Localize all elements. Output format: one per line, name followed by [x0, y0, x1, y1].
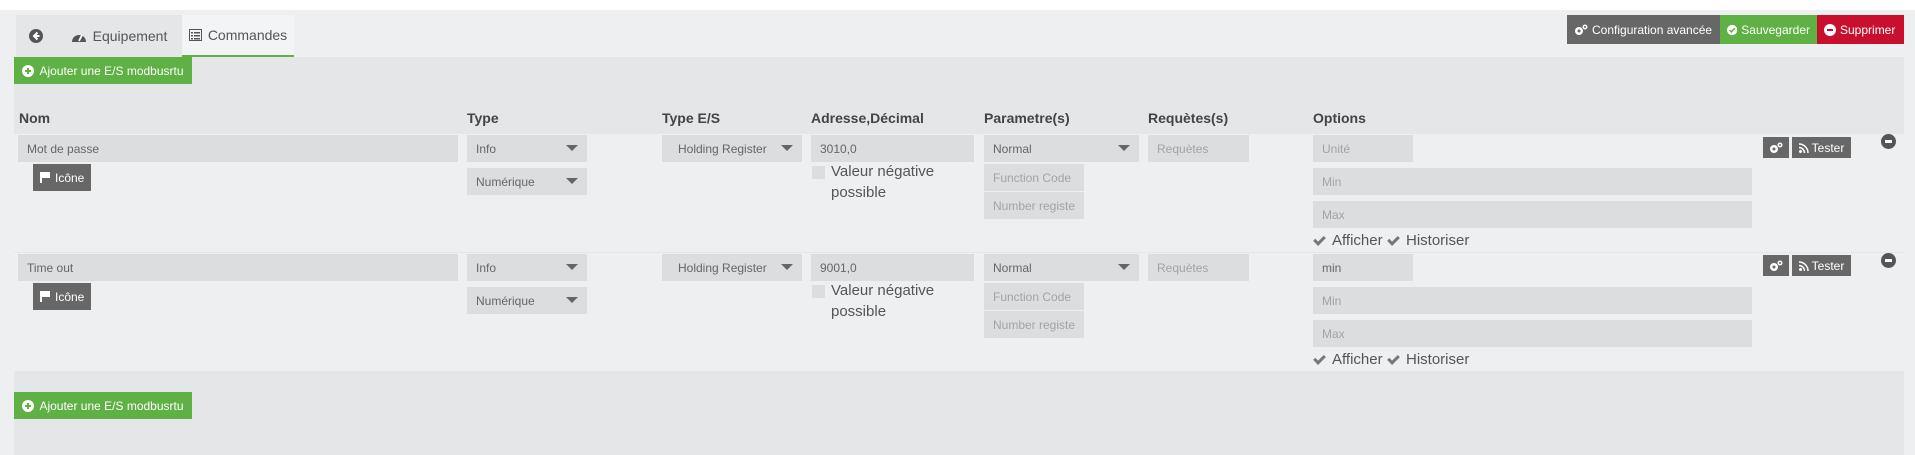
- advanced-config-label: Configuration avancée: [1592, 22, 1713, 37]
- minus-circle-icon: [1824, 23, 1836, 36]
- negative-value-label-2: possible: [831, 184, 887, 201]
- max-input[interactable]: Max: [1313, 320, 1752, 347]
- requetes-input[interactable]: Requètes: [1148, 135, 1249, 162]
- cogs-icon: [1770, 260, 1783, 271]
- subtype-select[interactable]: Numérique: [467, 287, 587, 314]
- choose-icon-button[interactable]: Icône: [33, 283, 92, 310]
- parameter-select[interactable]: Normal: [984, 135, 1139, 162]
- header-options: Options: [1313, 110, 1366, 126]
- header-type: Type: [467, 110, 499, 126]
- command-name-input[interactable]: Mot de passe: [18, 135, 458, 162]
- negative-value-label-2: possible: [831, 303, 887, 320]
- negative-value-checkbox[interactable]: [812, 166, 825, 179]
- save-label: Sauvegarder: [1741, 22, 1810, 37]
- remove-command-icon[interactable]: [1881, 253, 1896, 268]
- advanced-config-button[interactable]: Configuration avancée: [1567, 15, 1720, 44]
- test-label: Tester: [1811, 140, 1845, 155]
- min-input[interactable]: Min: [1313, 168, 1752, 195]
- negative-value-checkbox[interactable]: [812, 285, 825, 298]
- choose-icon-button[interactable]: Icône: [33, 164, 92, 191]
- choose-icon-label: Icône: [55, 289, 85, 304]
- address-input[interactable]: 9001,0: [811, 254, 974, 281]
- plus-circle-icon: [22, 64, 35, 77]
- add-command-label: Ajouter une E/S modbusrtu: [39, 63, 184, 78]
- unit-input[interactable]: min: [1313, 254, 1413, 281]
- tab-back[interactable]: [16, 15, 56, 57]
- parameter-select[interactable]: Normal: [984, 254, 1139, 281]
- afficher-label: Afficher: [1332, 232, 1383, 249]
- type-es-select[interactable]: Holding Register: [662, 135, 802, 162]
- add-command-label: Ajouter une E/S modbusrtu: [39, 398, 184, 413]
- unit-input[interactable]: Unité: [1313, 135, 1413, 162]
- test-label: Tester: [1811, 258, 1845, 273]
- command-name-input[interactable]: Time out: [18, 254, 458, 281]
- configure-command-button[interactable]: [1763, 255, 1789, 276]
- tachometer-icon: [71, 34, 86, 42]
- negative-value-label-1: Valeur négative: [831, 163, 935, 180]
- negative-value-label-1: Valeur négative: [831, 282, 935, 299]
- delete-button[interactable]: Supprimer: [1817, 15, 1904, 44]
- function-code-input[interactable]: Function Code: [984, 283, 1084, 310]
- rss-icon: [1798, 260, 1809, 271]
- add-command-button-bottom[interactable]: Ajouter une E/S modbusrtu: [14, 392, 192, 419]
- cogs-icon: [1575, 24, 1588, 35]
- tab-commandes-label: Commandes: [207, 27, 288, 43]
- header-type-es: Type E/S: [662, 110, 721, 126]
- test-command-button[interactable]: Tester: [1792, 255, 1851, 276]
- afficher-label: Afficher: [1332, 351, 1383, 368]
- subtype-select[interactable]: Numérique: [467, 168, 587, 195]
- remove-command-icon[interactable]: [1881, 134, 1896, 149]
- type-es-select[interactable]: Holding Register: [662, 254, 802, 281]
- max-input[interactable]: Max: [1313, 201, 1752, 228]
- min-input[interactable]: Min: [1313, 287, 1752, 314]
- historiser-label: Historiser: [1406, 351, 1470, 368]
- requetes-input[interactable]: Requètes: [1148, 254, 1249, 281]
- choose-icon-label: Icône: [55, 170, 85, 185]
- save-button[interactable]: Sauvegarder: [1720, 15, 1817, 44]
- list-alt-icon: [188, 29, 202, 41]
- header-parametres: Parametre(s): [984, 110, 1070, 126]
- header-requetes: Requètes(s): [1148, 110, 1229, 126]
- flag-icon: [40, 172, 51, 183]
- plus-circle-icon: [22, 399, 35, 412]
- type-select[interactable]: Info: [467, 135, 587, 162]
- historiser-label: Historiser: [1406, 232, 1470, 249]
- number-registers-input[interactable]: Number registe: [984, 192, 1084, 219]
- delete-label: Supprimer: [1840, 22, 1896, 37]
- check-circle-icon: [1727, 24, 1738, 35]
- header-adresse: Adresse,Décimal: [811, 110, 924, 126]
- address-input[interactable]: 3010,0: [811, 135, 974, 162]
- header-nom: Nom: [19, 110, 51, 126]
- rss-icon: [1798, 142, 1809, 153]
- arrow-circle-left-icon: [29, 29, 43, 43]
- add-command-button-top[interactable]: Ajouter une E/S modbusrtu: [14, 57, 192, 84]
- tab-commandes[interactable]: Commandes: [182, 15, 294, 57]
- function-code-input[interactable]: Function Code: [984, 164, 1084, 191]
- configure-command-button[interactable]: [1763, 137, 1789, 158]
- cogs-icon: [1770, 142, 1783, 153]
- test-command-button[interactable]: Tester: [1792, 137, 1851, 158]
- tab-equipement-label: Equipement: [92, 28, 168, 44]
- number-registers-input[interactable]: Number registe: [984, 311, 1084, 338]
- tab-equipement[interactable]: Equipement: [56, 15, 182, 57]
- flag-icon: [40, 291, 51, 302]
- type-select[interactable]: Info: [467, 254, 587, 281]
